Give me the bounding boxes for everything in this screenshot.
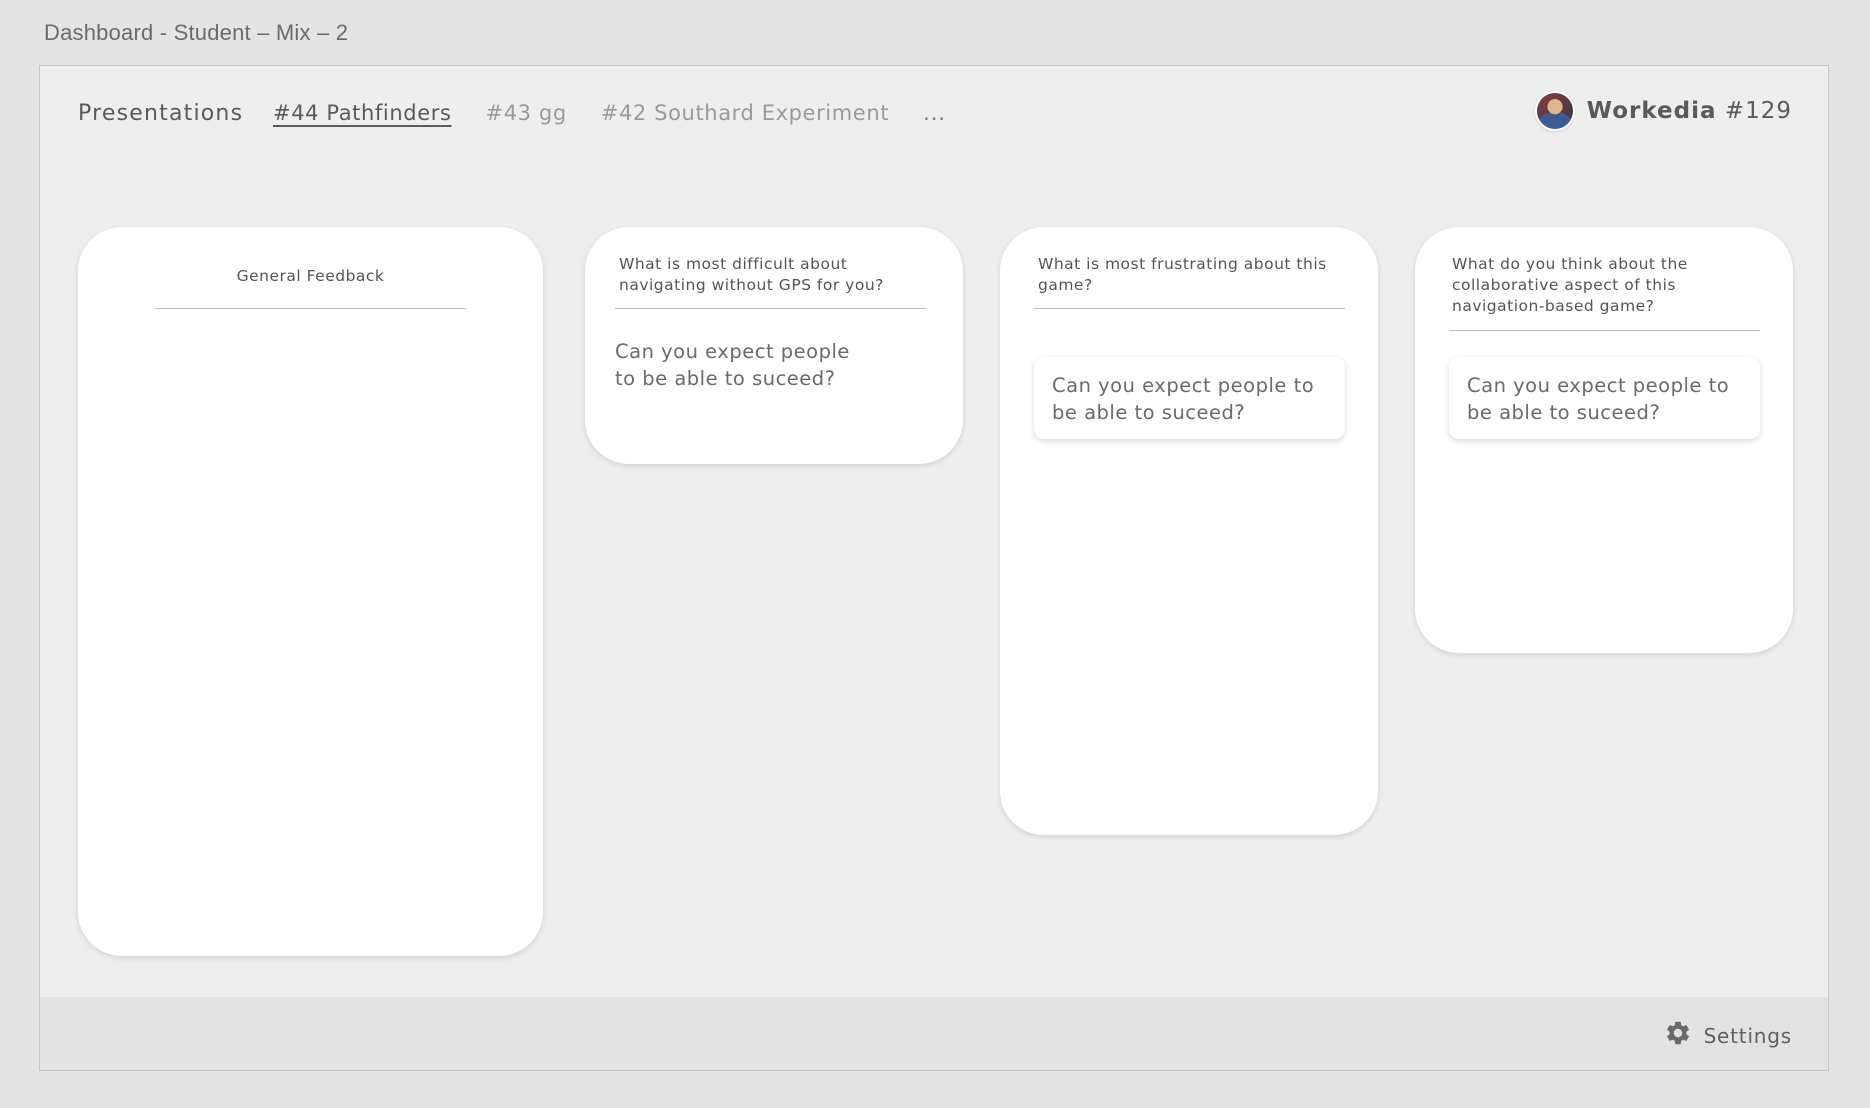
column-general-feedback[interactable]: General Feedback: [78, 227, 543, 956]
column-divider: [1034, 308, 1345, 309]
column-title: General Feedback: [236, 267, 385, 285]
column-divider: [155, 308, 466, 309]
note-text[interactable]: Can you expect people to be able to suce…: [615, 338, 865, 392]
column-divider: [1449, 330, 1760, 331]
settings-button[interactable]: Settings: [1664, 1019, 1792, 1052]
tab-42-southard-experiment[interactable]: #42 Southard Experiment: [601, 101, 889, 125]
column-title: What is most difficult about navigating …: [619, 255, 884, 294]
column-collaborative-aspect[interactable]: What do you think about the collaborativ…: [1415, 227, 1793, 653]
column-title: What do you think about the collaborativ…: [1452, 255, 1688, 315]
note-card[interactable]: Can you expect people to be able to suce…: [1449, 357, 1760, 439]
settings-label: Settings: [1703, 1023, 1792, 1048]
user-number: #129: [1724, 98, 1792, 124]
tab-43-gg[interactable]: #43 gg: [486, 101, 567, 125]
gear-icon: [1664, 1019, 1692, 1052]
dashboard-frame: Presentations #44 Pathfinders #43 gg #42…: [39, 65, 1829, 1071]
user-name-text: Workedia: [1586, 98, 1717, 124]
column-difficult-navigating[interactable]: What is most difficult about navigating …: [585, 227, 963, 464]
footer-bar: Settings: [40, 997, 1828, 1070]
note-text: Can you expect people to be able to suce…: [1467, 374, 1730, 424]
column-frustrating-game[interactable]: What is most frustrating about this game…: [1000, 227, 1378, 835]
user-name: Workedia #129: [1587, 98, 1792, 124]
tab-more[interactable]: ...: [923, 101, 946, 125]
user-profile[interactable]: Workedia #129: [1536, 93, 1792, 129]
presentation-tabs: #44 Pathfinders #43 gg #42 Southard Expe…: [273, 101, 946, 125]
avatar[interactable]: [1536, 93, 1573, 129]
tab-44-pathfinders[interactable]: #44 Pathfinders: [273, 101, 452, 125]
column-title: What is most frustrating about this game…: [1038, 255, 1327, 294]
note-text: Can you expect people to be able to suce…: [1052, 374, 1315, 424]
document-title: Dashboard - Student – Mix – 2: [44, 20, 349, 45]
column-divider: [615, 308, 926, 309]
note-card[interactable]: Can you expect people to be able to suce…: [1034, 357, 1345, 439]
brand-presentations[interactable]: Presentations: [78, 101, 243, 126]
top-bar: Presentations #44 Pathfinders #43 gg #42…: [40, 66, 1828, 166]
